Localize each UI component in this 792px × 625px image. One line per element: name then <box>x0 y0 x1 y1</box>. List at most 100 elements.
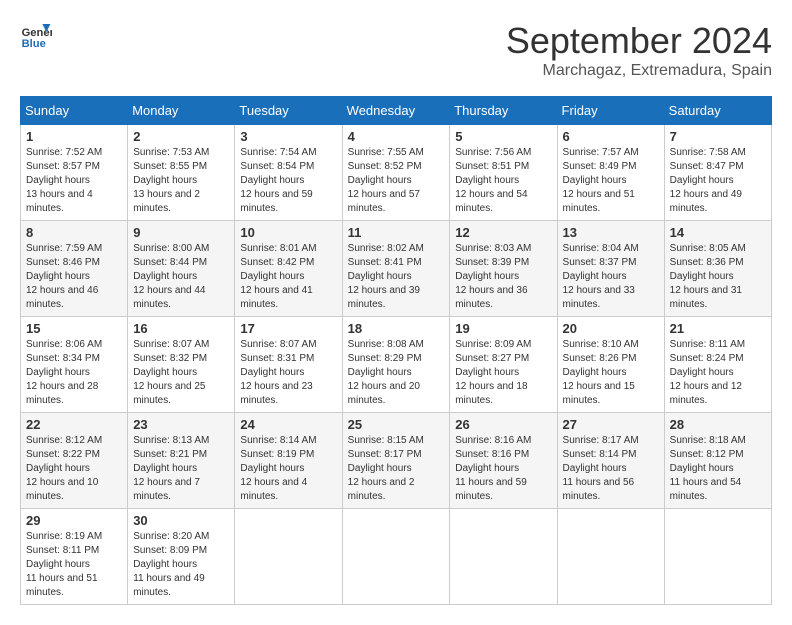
day-number: 4 <box>348 129 445 144</box>
day-info: Sunrise: 8:06 AMSunset: 8:34 PMDaylight … <box>26 338 122 408</box>
day-info: Sunrise: 8:12 AMSunset: 8:22 PMDaylight … <box>26 434 122 504</box>
calendar-day-cell: 25 Sunrise: 8:15 AMSunset: 8:17 PMDayligh… <box>342 413 450 509</box>
calendar-day-cell: 26 Sunrise: 8:16 AMSunset: 8:16 PMDayligh… <box>450 413 557 509</box>
day-info: Sunrise: 8:19 AMSunset: 8:11 PMDaylight … <box>26 530 122 600</box>
day-number: 9 <box>133 225 229 240</box>
day-number: 8 <box>26 225 122 240</box>
calendar-day-cell: 8 Sunrise: 7:59 AMSunset: 8:46 PMDaylight… <box>21 221 128 317</box>
day-info: Sunrise: 8:09 AMSunset: 8:27 PMDaylight … <box>455 338 551 408</box>
calendar-day-cell: 11 Sunrise: 8:02 AMSunset: 8:41 PMDayligh… <box>342 221 450 317</box>
day-info: Sunrise: 8:08 AMSunset: 8:29 PMDaylight … <box>348 338 445 408</box>
day-number: 1 <box>26 129 122 144</box>
location-subtitle: Marchagaz, Extremadura, Spain <box>506 62 772 80</box>
logo-icon: General Blue <box>20 20 52 52</box>
day-info: Sunrise: 7:58 AMSunset: 8:47 PMDaylight … <box>670 146 766 216</box>
calendar-day-cell <box>557 509 664 605</box>
day-info: Sunrise: 8:05 AMSunset: 8:36 PMDaylight … <box>670 242 766 312</box>
calendar-day-cell: 15 Sunrise: 8:06 AMSunset: 8:34 PMDayligh… <box>21 317 128 413</box>
day-info: Sunrise: 7:59 AMSunset: 8:46 PMDaylight … <box>26 242 122 312</box>
calendar-day-cell: 9 Sunrise: 8:00 AMSunset: 8:44 PMDaylight… <box>128 221 235 317</box>
weekday-header: Saturday <box>664 97 771 125</box>
weekday-header: Wednesday <box>342 97 450 125</box>
calendar-header-row: SundayMondayTuesdayWednesdayThursdayFrid… <box>21 97 772 125</box>
weekday-header: Sunday <box>21 97 128 125</box>
day-info: Sunrise: 8:20 AMSunset: 8:09 PMDaylight … <box>133 530 229 600</box>
day-info: Sunrise: 8:01 AMSunset: 8:42 PMDaylight … <box>240 242 336 312</box>
calendar-day-cell <box>450 509 557 605</box>
calendar-day-cell: 23Sunrise: 8:13 AMSunset: 8:21 PMDayligh… <box>128 413 235 509</box>
day-info: Sunrise: 7:55 AMSunset: 8:52 PMDaylight … <box>348 146 445 216</box>
calendar-day-cell: 27Sunrise: 8:17 AMSunset: 8:14 PMDayligh… <box>557 413 664 509</box>
day-info: Sunrise: 8:02 AMSunset: 8:41 PMDaylight … <box>348 242 445 312</box>
calendar-day-cell: 2 Sunrise: 7:53 AMSunset: 8:55 PMDaylight… <box>128 125 235 221</box>
day-number: 29 <box>26 513 122 528</box>
day-info: Sunrise: 7:52 AMSunset: 8:57 PMDaylight … <box>26 146 122 216</box>
day-info: Sunrise: 7:53 AMSunset: 8:55 PMDaylight … <box>133 146 229 216</box>
day-number: 27 <box>563 417 659 432</box>
calendar-day-cell: 1 Sunrise: 7:52 AMSunset: 8:57 PMDaylight… <box>21 125 128 221</box>
month-year-title: September 2024 <box>506 20 772 62</box>
calendar-day-cell: 18 Sunrise: 8:08 AMSunset: 8:29 PMDayligh… <box>342 317 450 413</box>
calendar-day-cell: 5 Sunrise: 7:56 AMSunset: 8:51 PMDaylight… <box>450 125 557 221</box>
day-info: Sunrise: 8:00 AMSunset: 8:44 PMDaylight … <box>133 242 229 312</box>
calendar-day-cell: 17 Sunrise: 8:07 AMSunset: 8:31 PMDayligh… <box>235 317 342 413</box>
calendar-day-cell <box>235 509 342 605</box>
day-number: 17 <box>240 321 336 336</box>
day-number: 14 <box>670 225 766 240</box>
logo: General Blue <box>20 20 52 52</box>
calendar-day-cell: 4 Sunrise: 7:55 AMSunset: 8:52 PMDaylight… <box>342 125 450 221</box>
calendar-day-cell: 3Sunrise: 7:54 AMSunset: 8:54 PMDaylight… <box>235 125 342 221</box>
calendar-day-cell: 14 Sunrise: 8:05 AMSunset: 8:36 PMDayligh… <box>664 221 771 317</box>
day-info: Sunrise: 8:03 AMSunset: 8:39 PMDaylight … <box>455 242 551 312</box>
calendar-day-cell: 10 Sunrise: 8:01 AMSunset: 8:42 PMDayligh… <box>235 221 342 317</box>
calendar-day-cell: 30Sunrise: 8:20 AMSunset: 8:09 PMDayligh… <box>128 509 235 605</box>
day-number: 10 <box>240 225 336 240</box>
page-header: General Blue September 2024 Marchagaz, E… <box>20 20 772 80</box>
calendar-day-cell: 21 Sunrise: 8:11 AMSunset: 8:24 PMDayligh… <box>664 317 771 413</box>
day-number: 2 <box>133 129 229 144</box>
calendar-week-row: 8 Sunrise: 7:59 AMSunset: 8:46 PMDaylight… <box>21 221 772 317</box>
day-info: Sunrise: 8:10 AMSunset: 8:26 PMDaylight … <box>563 338 659 408</box>
day-info: Sunrise: 8:07 AMSunset: 8:32 PMDaylight … <box>133 338 229 408</box>
calendar-day-cell: 19 Sunrise: 8:09 AMSunset: 8:27 PMDayligh… <box>450 317 557 413</box>
calendar-day-cell: 12 Sunrise: 8:03 AMSunset: 8:39 PMDayligh… <box>450 221 557 317</box>
weekday-header: Monday <box>128 97 235 125</box>
day-number: 28 <box>670 417 766 432</box>
day-info: Sunrise: 8:07 AMSunset: 8:31 PMDaylight … <box>240 338 336 408</box>
calendar-day-cell <box>342 509 450 605</box>
day-number: 25 <box>348 417 445 432</box>
calendar-day-cell: 20 Sunrise: 8:10 AMSunset: 8:26 PMDayligh… <box>557 317 664 413</box>
day-info: Sunrise: 7:57 AMSunset: 8:49 PMDaylight … <box>563 146 659 216</box>
day-info: Sunrise: 8:11 AMSunset: 8:24 PMDaylight … <box>670 338 766 408</box>
calendar-body: 1 Sunrise: 7:52 AMSunset: 8:57 PMDaylight… <box>21 125 772 605</box>
calendar-week-row: 1 Sunrise: 7:52 AMSunset: 8:57 PMDaylight… <box>21 125 772 221</box>
day-number: 24 <box>240 417 336 432</box>
day-info: Sunrise: 8:16 AMSunset: 8:16 PMDaylight … <box>455 434 551 504</box>
calendar-day-cell: 13Sunrise: 8:04 AMSunset: 8:37 PMDayligh… <box>557 221 664 317</box>
day-number: 12 <box>455 225 551 240</box>
day-number: 22 <box>26 417 122 432</box>
day-number: 3 <box>240 129 336 144</box>
day-number: 26 <box>455 417 551 432</box>
day-info: Sunrise: 7:56 AMSunset: 8:51 PMDaylight … <box>455 146 551 216</box>
day-number: 6 <box>563 129 659 144</box>
title-section: September 2024 Marchagaz, Extremadura, S… <box>506 20 772 80</box>
day-info: Sunrise: 8:18 AMSunset: 8:12 PMDaylight … <box>670 434 766 504</box>
day-number: 20 <box>563 321 659 336</box>
calendar-day-cell: 29 Sunrise: 8:19 AMSunset: 8:11 PMDayligh… <box>21 509 128 605</box>
day-number: 5 <box>455 129 551 144</box>
day-info: Sunrise: 8:13 AMSunset: 8:21 PMDaylight … <box>133 434 229 504</box>
day-number: 21 <box>670 321 766 336</box>
day-number: 19 <box>455 321 551 336</box>
day-number: 15 <box>26 321 122 336</box>
weekday-header: Thursday <box>450 97 557 125</box>
day-number: 18 <box>348 321 445 336</box>
calendar-day-cell: 16 Sunrise: 8:07 AMSunset: 8:32 PMDayligh… <box>128 317 235 413</box>
calendar-day-cell: 22 Sunrise: 8:12 AMSunset: 8:22 PMDayligh… <box>21 413 128 509</box>
weekday-header: Tuesday <box>235 97 342 125</box>
day-number: 11 <box>348 225 445 240</box>
weekday-header: Friday <box>557 97 664 125</box>
day-info: Sunrise: 8:15 AMSunset: 8:17 PMDaylight … <box>348 434 445 504</box>
day-number: 16 <box>133 321 229 336</box>
calendar-table: SundayMondayTuesdayWednesdayThursdayFrid… <box>20 96 772 605</box>
